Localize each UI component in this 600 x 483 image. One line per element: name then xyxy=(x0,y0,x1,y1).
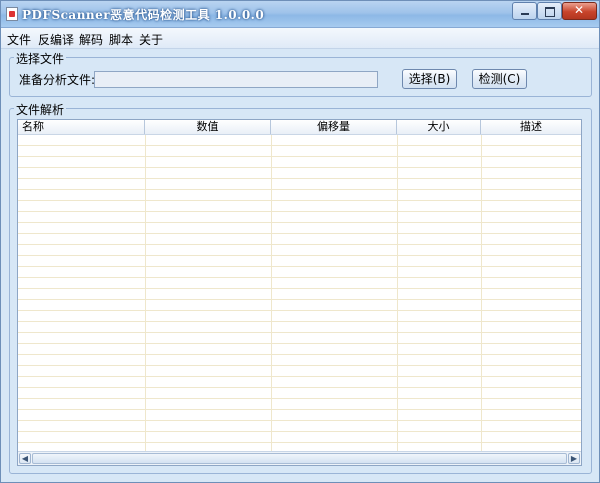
column-header-offset[interactable]: 偏移量 xyxy=(271,120,397,134)
menu-decode[interactable]: 解码 xyxy=(79,31,103,48)
column-gridline xyxy=(481,135,482,452)
select-button[interactable]: 选择(B) xyxy=(402,69,457,89)
window-title: PDFScanner恶意代码检测工具 1.0.0.0 xyxy=(22,8,265,22)
arrow-left-icon[interactable]: ◀ xyxy=(19,453,31,464)
app-window: PDFScanner恶意代码检测工具 1.0.0.0 文件 反编译 解码 脚本 … xyxy=(0,0,600,483)
parse-result-list[interactable]: 名称 数值 偏移量 大小 描述 ◀ ▶ xyxy=(17,119,582,466)
horizontal-scrollbar[interactable]: ◀ ▶ xyxy=(18,451,581,465)
column-gridline xyxy=(271,135,272,452)
scrollbar-thumb[interactable] xyxy=(32,453,567,464)
column-gridline xyxy=(145,135,146,452)
detect-button[interactable]: 检测(C) xyxy=(472,69,527,89)
menu-about[interactable]: 关于 xyxy=(139,31,163,48)
minimize-button[interactable] xyxy=(512,2,537,20)
list-rows xyxy=(18,135,581,452)
menu-script[interactable]: 脚本 xyxy=(109,31,133,48)
column-gridline xyxy=(397,135,398,452)
close-button[interactable] xyxy=(562,2,597,20)
menu-file[interactable]: 文件 xyxy=(7,31,31,48)
select-file-group-label: 选择文件 xyxy=(14,50,67,67)
file-path-input[interactable] xyxy=(94,71,378,88)
arrow-right-icon[interactable]: ▶ xyxy=(568,453,580,464)
maximize-button[interactable] xyxy=(537,2,562,20)
menu-decompile[interactable]: 反编译 xyxy=(38,31,74,48)
column-header-description[interactable]: 描述 xyxy=(481,120,581,134)
title-bar[interactable]: PDFScanner恶意代码检测工具 1.0.0.0 xyxy=(1,1,599,28)
column-header-value[interactable]: 数值 xyxy=(145,120,271,134)
list-header: 名称 数值 偏移量 大小 描述 xyxy=(18,120,581,135)
column-header-name[interactable]: 名称 xyxy=(18,120,145,134)
column-header-size[interactable]: 大小 xyxy=(397,120,481,134)
pdf-document-icon xyxy=(6,7,18,21)
menu-bar: 文件 反编译 解码 脚本 关于 xyxy=(1,28,599,49)
file-parse-group-label: 文件解析 xyxy=(14,101,67,118)
file-path-label: 准备分析文件: xyxy=(19,73,96,87)
